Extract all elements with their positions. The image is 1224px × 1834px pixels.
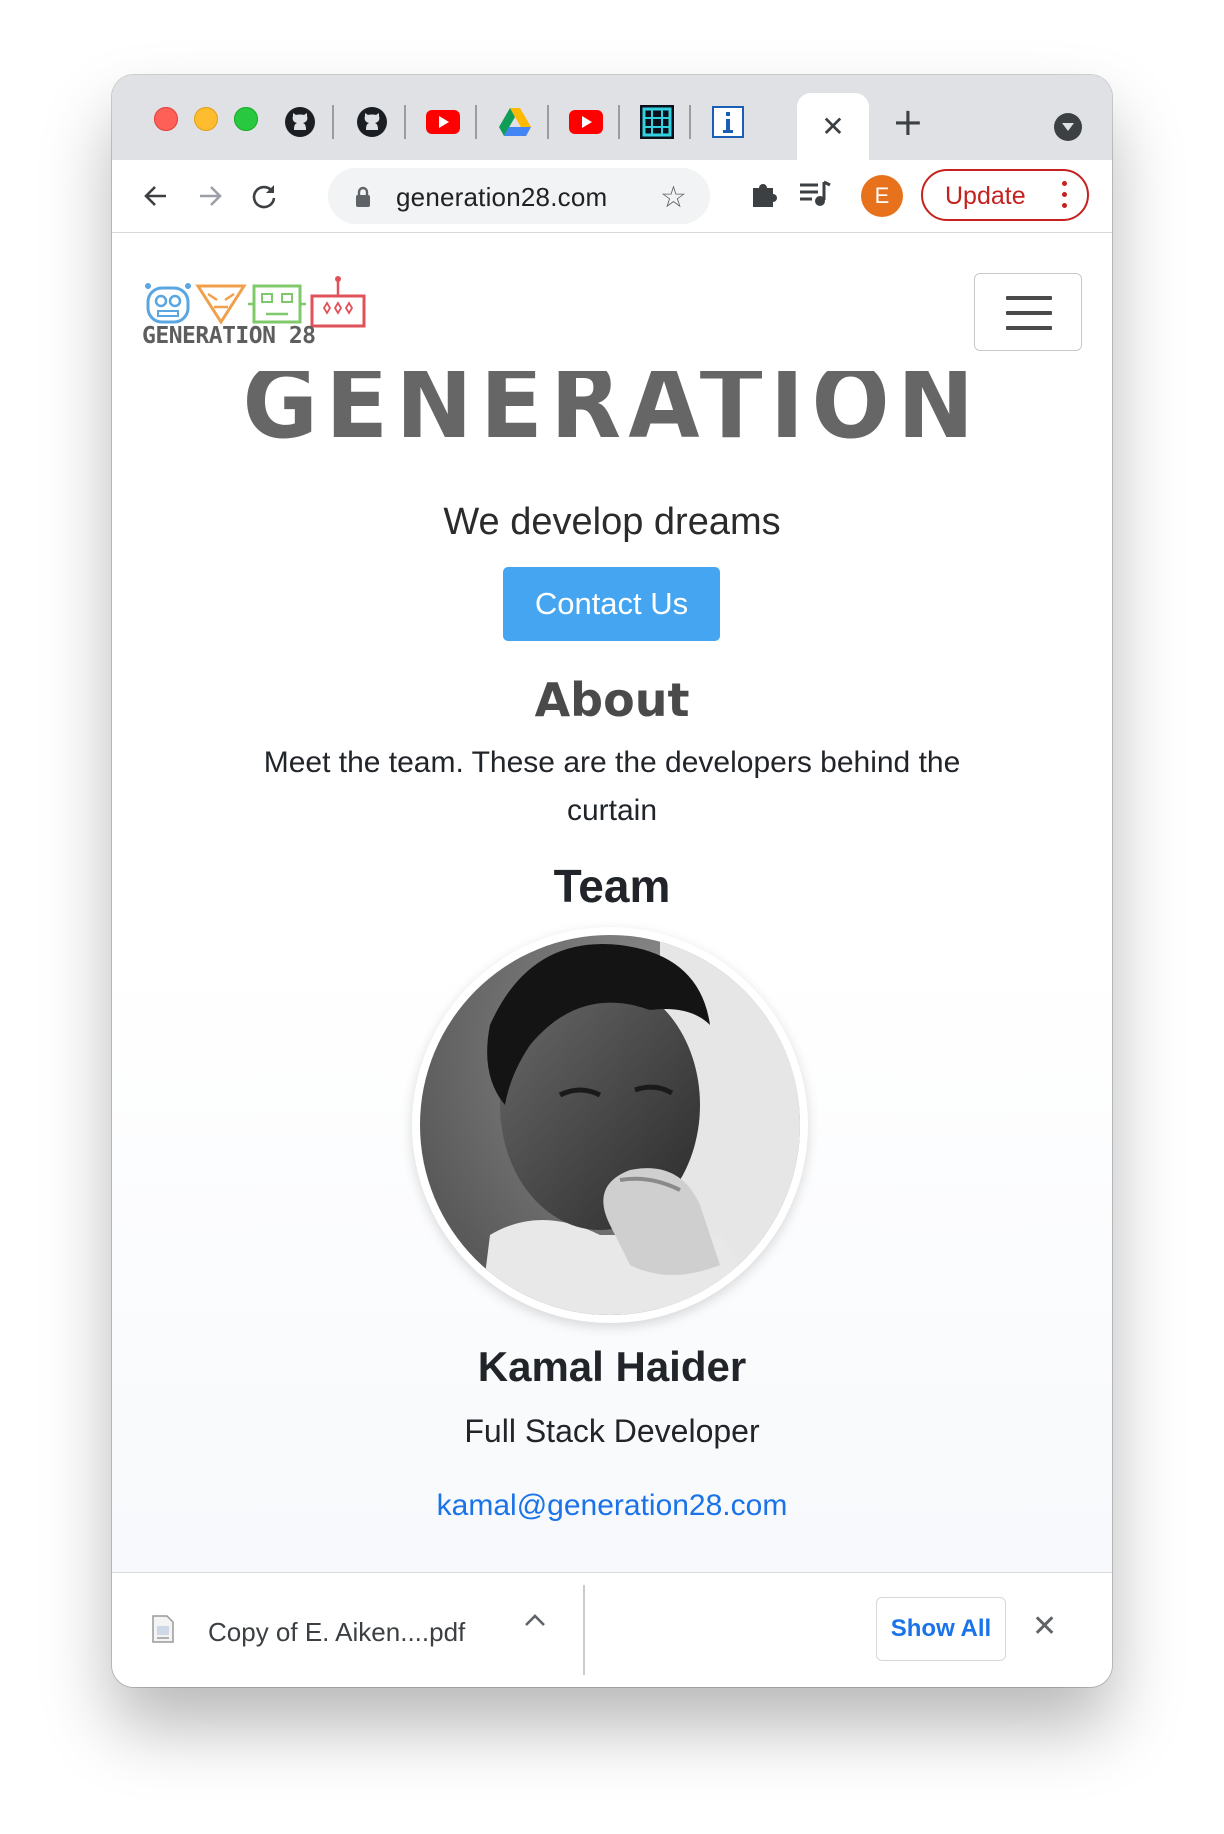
pinned-tab-youtube-1[interactable] bbox=[412, 100, 474, 144]
hero-title-text: GENERATION 28 bbox=[242, 371, 982, 461]
tab-search-icon[interactable] bbox=[1054, 113, 1082, 141]
pinned-tab-grid-app[interactable] bbox=[626, 100, 688, 144]
pinned-tab-github-1[interactable] bbox=[269, 100, 331, 144]
tab-strip: ✕ + bbox=[112, 75, 1112, 160]
back-arrow-icon bbox=[144, 186, 166, 206]
browser-toolbar: generation28.com ☆ E Update bbox=[112, 160, 1112, 233]
close-tab-icon[interactable]: ✕ bbox=[821, 110, 844, 143]
google-drive-icon bbox=[499, 108, 531, 136]
pinned-tab-youtube-2[interactable] bbox=[555, 100, 617, 144]
url-text[interactable]: generation28.com bbox=[396, 182, 607, 213]
grid-app-icon bbox=[640, 105, 674, 139]
github-icon bbox=[285, 107, 315, 137]
reload-button[interactable] bbox=[244, 176, 284, 216]
navbar-toggle-button[interactable] bbox=[974, 273, 1082, 351]
team-heading: Team bbox=[553, 860, 671, 912]
team-member-email-link[interactable]: kamal@generation28.com bbox=[112, 1489, 1112, 1523]
tab-separator bbox=[547, 105, 549, 139]
minimize-window-button[interactable] bbox=[194, 107, 218, 131]
tab-separator bbox=[618, 105, 620, 139]
pdf-file-icon bbox=[152, 1615, 174, 1643]
download-file-name: Copy of E. Aiken....pdf bbox=[208, 1617, 466, 1647]
menu-bar bbox=[1006, 296, 1052, 300]
close-shelf-icon[interactable]: ✕ bbox=[1032, 1609, 1057, 1644]
forward-arrow-icon bbox=[200, 186, 222, 206]
about-text: Meet the team. These are the developers … bbox=[263, 746, 961, 827]
extensions-puzzle-icon[interactable] bbox=[748, 178, 780, 210]
more-menu-icon[interactable] bbox=[1062, 181, 1067, 214]
about-heading: About bbox=[534, 673, 690, 727]
tab-separator bbox=[689, 105, 691, 139]
tagline: We develop dreams bbox=[443, 501, 781, 543]
update-button[interactable]: Update bbox=[921, 169, 1089, 221]
maximize-window-button[interactable] bbox=[234, 107, 258, 131]
media-playlist-icon[interactable] bbox=[798, 178, 832, 210]
menu-bar bbox=[1006, 311, 1052, 315]
active-tab[interactable]: ✕ bbox=[797, 93, 869, 160]
address-bar[interactable]: generation28.com ☆ bbox=[328, 168, 710, 224]
tab-separator bbox=[404, 105, 406, 139]
chevron-up-icon[interactable] bbox=[524, 1613, 546, 1627]
hero-title: GENERATION 28 bbox=[112, 371, 1112, 461]
browser-window: ✕ + generation28.com ☆ E Update GENERATI… bbox=[112, 75, 1112, 1687]
new-tab-button[interactable]: + bbox=[892, 103, 924, 141]
contact-us-button[interactable]: Contact Us bbox=[503, 567, 720, 641]
bookmark-star-icon[interactable]: ☆ bbox=[660, 180, 687, 215]
team-member-name: Kamal Haider bbox=[477, 1343, 747, 1390]
reload-icon bbox=[252, 185, 276, 209]
logo-wordmark: GENERATION 28 bbox=[142, 323, 316, 349]
youtube-icon bbox=[569, 110, 603, 134]
shelf-divider bbox=[583, 1585, 585, 1675]
tab-separator bbox=[475, 105, 477, 139]
page-content: GENERATION 28 GENERATION 28 We develop d… bbox=[112, 233, 1112, 1644]
forward-button[interactable] bbox=[190, 176, 230, 216]
download-shelf: Copy of E. Aiken....pdf Show All ✕ bbox=[112, 1572, 1112, 1687]
pinned-tab-github-2[interactable] bbox=[341, 100, 403, 144]
menu-bar bbox=[1006, 326, 1052, 330]
team-member-photo bbox=[412, 927, 808, 1323]
team-member-role: Full Stack Developer bbox=[464, 1413, 760, 1449]
github-icon bbox=[357, 107, 387, 137]
pinned-tab-google-drive[interactable] bbox=[484, 100, 546, 144]
profile-avatar[interactable]: E bbox=[861, 175, 903, 217]
lock-icon bbox=[356, 186, 370, 207]
pinned-tab-info[interactable] bbox=[697, 100, 759, 144]
youtube-icon bbox=[426, 110, 460, 134]
update-label: Update bbox=[945, 182, 1026, 210]
close-window-button[interactable] bbox=[154, 107, 178, 131]
portrait-image bbox=[420, 935, 800, 1315]
tab-separator bbox=[332, 105, 334, 139]
show-all-button[interactable]: Show All bbox=[876, 1597, 1006, 1661]
back-button[interactable] bbox=[136, 176, 176, 216]
info-icon bbox=[712, 106, 744, 138]
